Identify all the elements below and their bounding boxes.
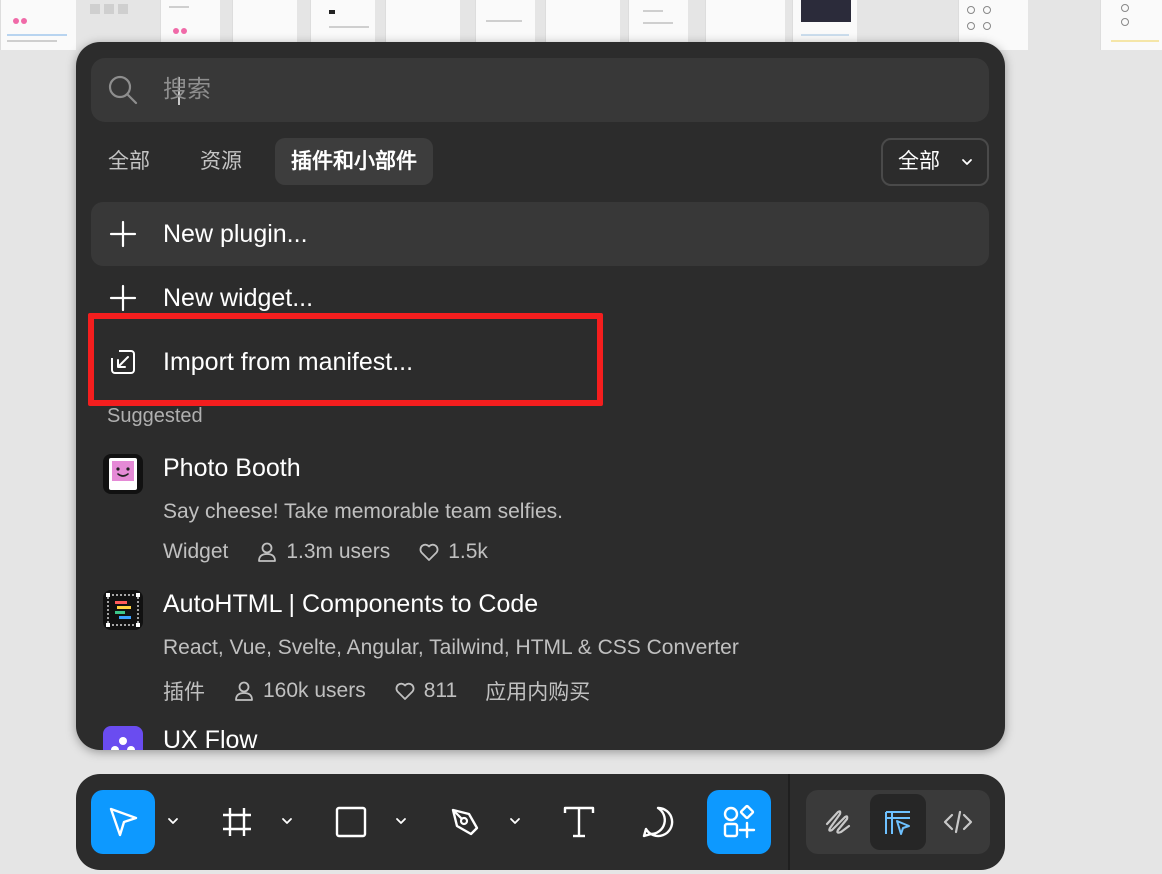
new-plugin-label: New plugin... — [163, 220, 308, 248]
filter-label: 全部 — [898, 150, 940, 173]
item-description: React, Vue, Svelte, Angular, Tailwind, H… — [163, 636, 739, 659]
item-name: UX Flow — [163, 726, 258, 750]
item-name: AutoHTML | Components to Code — [163, 590, 539, 618]
users-count-label: 1.3m users — [286, 540, 391, 563]
new-widget-label: New widget... — [163, 284, 314, 312]
dev-mode-button[interactable] — [930, 794, 986, 850]
frame-icon — [223, 808, 251, 836]
likes-count: 1.5k — [418, 540, 488, 564]
user-icon — [235, 681, 253, 701]
tab-assets[interactable]: 资源 — [184, 138, 258, 185]
draw-mode-button[interactable] — [810, 794, 866, 850]
ux-flow-logo — [103, 726, 143, 750]
item-meta: 插件 160k users 811 应用内购买 — [163, 676, 618, 706]
search-icon — [108, 75, 138, 105]
filter-dropdown[interactable]: 全部 — [881, 138, 989, 186]
comment-icon — [642, 806, 674, 838]
users-count: 160k users — [233, 679, 366, 703]
item-type: Widget — [163, 540, 229, 563]
item-meta: Widget 1.3m users 1.5k — [163, 540, 516, 564]
cursor-icon — [109, 807, 138, 837]
draw-icon — [825, 810, 851, 834]
likes-count: 811 — [394, 679, 457, 703]
chevron-down-icon[interactable] — [508, 814, 522, 828]
mode-switcher — [806, 790, 990, 854]
chevron-down-icon[interactable] — [166, 814, 180, 828]
chevron-down-icon — [962, 159, 972, 165]
tab-plugins-widgets[interactable]: 插件和小部件 — [275, 138, 433, 185]
item-type: 插件 — [163, 681, 205, 704]
design-icon — [885, 811, 910, 835]
item-description: Say cheese! Take memorable team selfies. — [163, 500, 563, 523]
plus-icon — [109, 220, 137, 248]
plus-icon — [109, 284, 137, 312]
list-item[interactable]: Photo Booth Say cheese! Take memorable t… — [103, 454, 973, 574]
new-plugin-button[interactable]: New plugin... — [91, 202, 989, 266]
autohtml-logo — [103, 590, 143, 630]
actions-icon — [723, 804, 756, 839]
heart-icon — [419, 543, 439, 561]
photo-booth-logo — [103, 454, 143, 494]
design-mode-button[interactable] — [870, 794, 926, 850]
actions-tool-button[interactable] — [707, 790, 771, 854]
chevron-down-icon[interactable] — [280, 814, 294, 828]
list-item[interactable]: UX Flow — [103, 726, 973, 750]
canvas-frame-thumb — [1100, 0, 1162, 50]
bottom-toolbar — [76, 774, 1005, 870]
heart-icon — [395, 682, 415, 700]
import-icon — [111, 350, 135, 374]
import-manifest-label: Import from manifest... — [163, 348, 414, 376]
shape-tool-button[interactable] — [319, 790, 383, 854]
move-tool-button[interactable] — [91, 790, 155, 854]
search-bar — [91, 58, 989, 122]
pen-icon — [451, 808, 479, 836]
users-count-label: 160k users — [263, 679, 366, 702]
search-input[interactable] — [163, 70, 963, 110]
pen-tool-button[interactable] — [433, 790, 497, 854]
likes-count-label: 811 — [423, 679, 458, 702]
in-app-purchase-label: 应用内购买 — [485, 681, 591, 704]
comment-tool-button[interactable] — [626, 790, 690, 854]
user-icon — [258, 542, 277, 562]
frame-tool-button[interactable] — [205, 790, 269, 854]
chevron-down-icon[interactable] — [394, 814, 408, 828]
quick-actions-panel: 全部 资源 插件和小部件 全部 New plugin... New widget… — [76, 42, 1005, 750]
item-name: Photo Booth — [163, 454, 301, 482]
suggested-heading: Suggested — [107, 405, 203, 427]
likes-count-label: 1.5k — [448, 540, 488, 563]
rectangle-icon — [335, 806, 367, 838]
tab-all[interactable]: 全部 — [92, 138, 166, 185]
code-icon — [943, 810, 973, 834]
text-icon — [563, 806, 595, 838]
toolbar-divider — [788, 774, 790, 870]
new-widget-button[interactable]: New widget... — [91, 266, 989, 330]
users-count: 1.3m users — [256, 540, 390, 564]
import-manifest-button[interactable]: Import from manifest... — [91, 330, 989, 394]
list-item[interactable]: AutoHTML | Components to Code React, Vue… — [103, 590, 973, 710]
canvas-frame-thumb — [0, 0, 76, 50]
text-tool-button[interactable] — [547, 790, 611, 854]
